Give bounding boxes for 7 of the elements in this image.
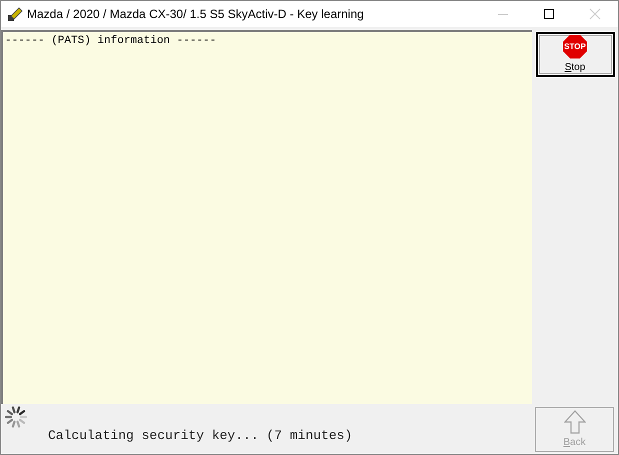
log-line: ------ (PATS) information ------ — [5, 34, 218, 49]
up-arrow-icon — [564, 410, 586, 434]
status-text: Calculating security key... (7 minutes) — [48, 427, 352, 445]
app-icon — [7, 6, 23, 22]
stop-button[interactable]: STOP Stop — [536, 32, 614, 77]
stop-sign-icon: STOP — [563, 34, 587, 58]
window-title: Mazda / 2020 / Mazda CX-30/ 1.5 S5 SkyActiv-D - Key learning — [27, 6, 364, 23]
